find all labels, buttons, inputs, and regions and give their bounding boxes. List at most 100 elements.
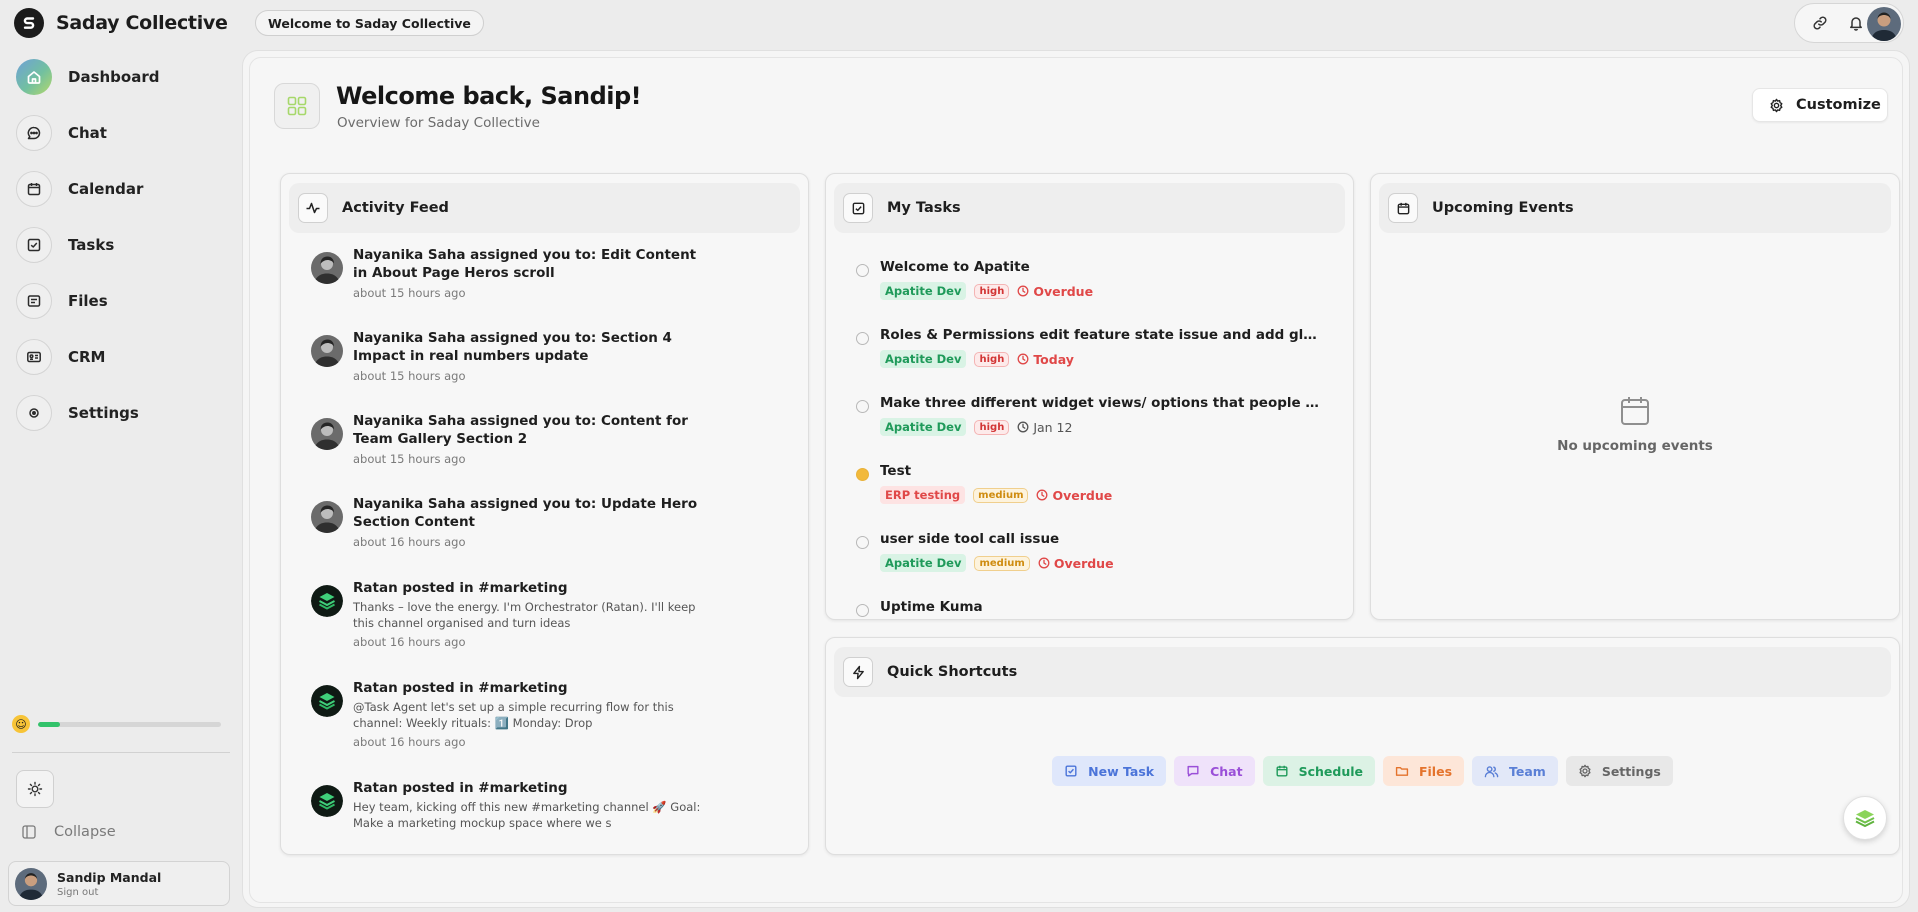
- task-status-circle[interactable]: [856, 332, 869, 345]
- activity-item[interactable]: Ratan posted in #marketing @Task Agent l…: [311, 679, 711, 749]
- user-avatar-top[interactable]: [1867, 7, 1901, 41]
- shortcut-label: Team: [1509, 763, 1546, 779]
- user-card[interactable]: Sandip Mandal Sign out: [8, 861, 230, 906]
- card-title: Activity Feed: [342, 200, 449, 216]
- sidebar-item-calendar[interactable]: Calendar: [16, 169, 226, 209]
- usage-progress: ☺: [12, 715, 221, 733]
- sidebar-item-tasks[interactable]: Tasks: [16, 225, 226, 265]
- card-title: Upcoming Events: [1432, 200, 1574, 216]
- sun-icon: [27, 781, 43, 797]
- shortcut-label: New Task: [1088, 763, 1155, 779]
- quick-shortcuts-card: Quick Shortcuts New Task Chat Schedule File…: [825, 637, 1900, 855]
- priority-badge: high: [974, 351, 1010, 367]
- task-title: Roles & Permissions edit feature state i…: [880, 327, 1320, 343]
- due-date: Overdue: [1036, 488, 1112, 503]
- activity-title: Ratan posted in #marketing: [353, 580, 568, 596]
- activity-item[interactable]: Nayanika Saha assigned you to: Update He…: [311, 495, 711, 549]
- brand[interactable]: Saday Collective: [14, 8, 228, 38]
- task-status-circle[interactable]: [856, 264, 869, 277]
- activity-message: @Task Agent let's set up a simple recurr…: [353, 700, 674, 730]
- task-item[interactable]: Welcome to Apatite Apatite Dev high Overdu…: [856, 259, 1326, 303]
- task-item[interactable]: user side tool call issue Apatite Dev med…: [856, 531, 1326, 575]
- bell-icon[interactable]: [1845, 12, 1867, 34]
- shortcut-team-button[interactable]: Team: [1472, 756, 1558, 786]
- calendar-icon: [1275, 764, 1289, 778]
- shortcut-label: Chat: [1210, 763, 1243, 779]
- due-date: Overdue: [1017, 284, 1093, 299]
- my-tasks-card: My Tasks Welcome to Apatite Apatite Dev h…: [825, 173, 1354, 620]
- project-tag: Apatite Dev: [880, 418, 967, 436]
- users-icon: [1484, 764, 1499, 779]
- sidebar-item-label: Files: [68, 292, 108, 310]
- task-item[interactable]: Make three different widget views/ optio…: [856, 395, 1326, 439]
- sign-out-link[interactable]: Sign out: [57, 887, 161, 898]
- activity-item[interactable]: Nayanika Saha assigned you to: Edit Cont…: [311, 246, 711, 300]
- task-tags: Apatite Dev medium Overdue: [880, 554, 1114, 572]
- app-name: Saday Collective: [56, 12, 228, 34]
- task-status-circle[interactable]: [856, 604, 869, 617]
- task-tags: Apatite Dev high Overdue: [880, 282, 1093, 300]
- calendar-empty-icon: [1618, 394, 1652, 428]
- customize-button[interactable]: Customize: [1752, 88, 1888, 122]
- priority-badge: medium: [974, 555, 1030, 571]
- task-item[interactable]: Uptime Kuma: [856, 599, 1326, 619]
- clock-icon: [1017, 421, 1029, 433]
- card-title: My Tasks: [887, 200, 961, 216]
- layers-fab-button[interactable]: [1843, 796, 1887, 840]
- user-name: Sandip Mandal: [57, 869, 162, 885]
- sidebar-item-label: Dashboard: [68, 68, 160, 86]
- activity-item[interactable]: Ratan posted in #marketing Hey team, kic…: [311, 779, 711, 831]
- card-title: Quick Shortcuts: [887, 664, 1018, 680]
- collapse-button[interactable]: Collapse: [22, 824, 116, 840]
- task-status-circle[interactable]: [856, 468, 869, 481]
- sidebar-item-files[interactable]: Files: [16, 281, 226, 321]
- task-title: Make three different widget views/ optio…: [880, 395, 1320, 411]
- sidebar-item-crm[interactable]: CRM: [16, 337, 226, 377]
- clock-icon: [1037, 489, 1048, 501]
- activity-item[interactable]: Ratan posted in #marketing Thanks – love…: [311, 579, 711, 649]
- activity-time: about 16 hours ago: [353, 635, 466, 649]
- task-title: user side tool call issue: [880, 531, 1060, 547]
- activity-item[interactable]: Nayanika Saha assigned you to: Content f…: [311, 412, 711, 466]
- clock-icon: [1017, 285, 1029, 297]
- files-icon: [16, 283, 52, 319]
- activity-time: about 15 hours ago: [353, 286, 466, 300]
- progress-fill: [38, 721, 60, 727]
- theme-toggle-button[interactable]: [16, 770, 54, 808]
- shortcut-chat-button[interactable]: Chat: [1174, 756, 1255, 786]
- priority-badge: medium: [973, 487, 1029, 503]
- settings-icon: [1578, 764, 1592, 778]
- lightning-icon: [843, 657, 873, 687]
- sidebar-item-chat[interactable]: Chat: [16, 113, 226, 153]
- task-status-circle[interactable]: [856, 536, 869, 549]
- chat-icon: [1186, 764, 1200, 778]
- sidebar-collapse-icon: [22, 825, 36, 839]
- settings-icon: [16, 395, 52, 431]
- sidebar-item-dashboard[interactable]: Dashboard: [16, 57, 226, 97]
- activity-item[interactable]: Nayanika Saha assigned you to: Section 4…: [311, 329, 711, 383]
- avatar: [311, 785, 343, 817]
- sidebar-item-settings[interactable]: Settings: [16, 393, 226, 433]
- shortcut-new-task-button[interactable]: New Task: [1052, 756, 1167, 786]
- shortcut-schedule-button[interactable]: Schedule: [1262, 756, 1375, 786]
- activity-title: Nayanika Saha assigned you to: Edit Cont…: [353, 247, 697, 281]
- id-card-icon: [16, 339, 52, 375]
- page-subtitle: Overview for Saday Collective: [337, 115, 540, 131]
- task-title: Welcome to Apatite: [880, 259, 1030, 275]
- task-item[interactable]: Roles & Permissions edit feature state i…: [856, 327, 1326, 371]
- shortcut-settings-button[interactable]: Settings: [1565, 756, 1673, 786]
- layers-icon: [1855, 810, 1875, 828]
- activity-title: Nayanika Saha assigned you to: Update He…: [353, 496, 698, 530]
- due-date: Jan 12: [1017, 420, 1072, 435]
- sidebar-item-label: Calendar: [68, 180, 144, 198]
- task-item[interactable]: Test ERP testing medium Overdue: [856, 463, 1326, 507]
- task-status-circle[interactable]: [856, 400, 869, 413]
- top-bar: Saday Collective Welcome to Saday Collec…: [0, 0, 1918, 46]
- shortcut-files-button[interactable]: Files: [1382, 756, 1465, 786]
- breadcrumb[interactable]: Welcome to Saday Collective: [255, 10, 484, 36]
- sidebar-divider: [12, 752, 230, 753]
- events-empty-text: No upcoming events: [1557, 438, 1713, 454]
- link-icon[interactable]: [1809, 12, 1831, 34]
- main-panel: Welcome back, Sandip! Overview for Saday…: [242, 50, 1910, 908]
- activity-time: about 15 hours ago: [353, 452, 466, 466]
